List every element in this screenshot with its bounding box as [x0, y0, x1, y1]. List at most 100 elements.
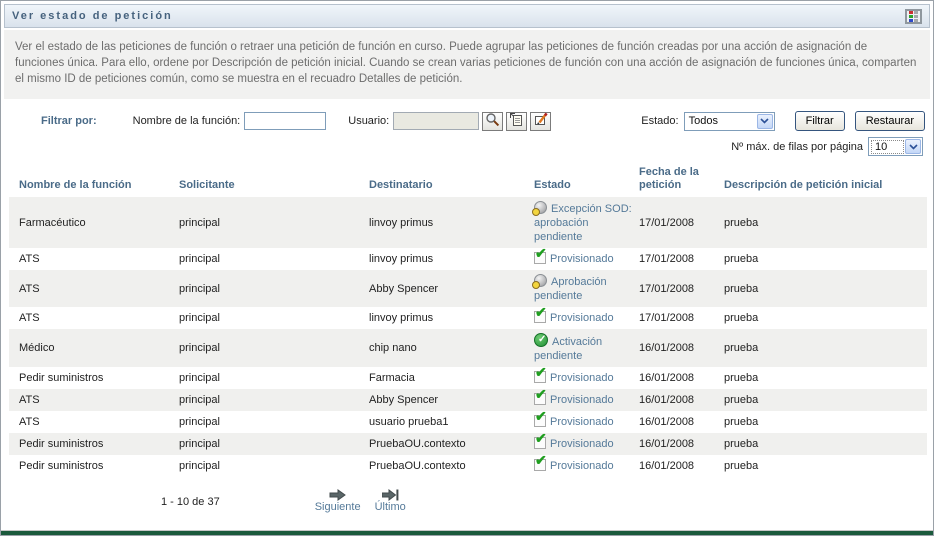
legend-gray-square	[914, 14, 918, 18]
cell-role-name: Pedir suministros	[19, 460, 104, 472]
restore-button[interactable]: Restaurar	[854, 111, 925, 131]
cell-initial-request-description: prueba	[724, 216, 759, 229]
table-row[interactable]: ATS principal linvoy primus Provisionado…	[9, 305, 927, 329]
legend-gray-square	[914, 10, 918, 14]
request-table-body: Farmacéutico principal linvoy primus Exc…	[9, 197, 927, 477]
cell-request-date: 16/01/2008	[639, 394, 695, 406]
filter-by-label: Filtrar por:	[41, 115, 97, 127]
provisioned-check-icon	[534, 387, 547, 405]
col-role-name[interactable]: Nombre de la función	[9, 164, 179, 197]
col-status[interactable]: Estado	[534, 164, 639, 197]
cell-role-name: ATS	[19, 416, 40, 428]
chevron-down-icon	[905, 139, 921, 154]
cell-role-name: ATS	[19, 312, 40, 324]
role-name-input[interactable]	[244, 112, 327, 130]
clear-icon	[533, 112, 548, 130]
cell-request-date: 17/01/2008	[639, 282, 695, 295]
cell-requester: principal	[179, 372, 220, 384]
table-row[interactable]: ATS principal Abby Spencer Provisionado …	[9, 387, 927, 411]
col-request-date[interactable]: Fecha de la petición	[639, 164, 724, 197]
cell-role-name: Pedir suministros	[19, 372, 104, 384]
state-label: Estado:	[641, 115, 679, 127]
activation-pending-icon	[534, 333, 548, 347]
next-arrow-icon	[329, 487, 347, 501]
cell-recipient: PruebaOU.contexto	[369, 438, 466, 450]
cell-request-date: 17/01/2008	[639, 216, 695, 229]
cell-requester: principal	[179, 416, 220, 428]
next-page-label: Siguiente	[314, 501, 361, 513]
cell-status: Provisionado	[534, 246, 639, 270]
table-row[interactable]: ATS principal linvoy primus Provisionado…	[9, 246, 927, 270]
chevron-down-icon	[756, 113, 773, 129]
table-row[interactable]: Pedir suministros principal PruebaOU.con…	[9, 431, 927, 455]
cell-requester: principal	[179, 342, 220, 354]
cell-role-name: Farmacéutico	[19, 216, 86, 229]
cell-requester: principal	[179, 253, 220, 265]
col-initial-request-description[interactable]: Descripción de petición inicial	[724, 164, 927, 197]
cell-request-date: 17/01/2008	[639, 253, 695, 265]
cell-status: Excepción SOD: aprobación pendiente	[532, 201, 632, 243]
table-row[interactable]: ATS principal Abby Spencer Aprobación pe…	[9, 270, 927, 307]
cell-status: Provisionado	[534, 453, 639, 477]
legend-green-square	[909, 14, 913, 18]
brand-green-bar	[1, 531, 933, 535]
cell-request-date: 16/01/2008	[639, 438, 695, 450]
page-description: Ver el estado de las peticiones de funci…	[4, 30, 930, 99]
table-header-row: Nombre de la función Solicitante Destina…	[9, 164, 927, 197]
request-status-table: Nombre de la función Solicitante Destina…	[9, 164, 927, 477]
cell-recipient: Abby Spencer	[369, 394, 439, 406]
cell-role-name: ATS	[19, 282, 40, 295]
last-page-button[interactable]: Último	[375, 487, 406, 513]
view-request-status-page: Ver estado de petición Ver el estado de …	[0, 0, 934, 536]
cell-initial-request-description: prueba	[724, 394, 759, 406]
legend-red-square	[909, 10, 913, 14]
cell-status: Provisionado	[534, 431, 639, 455]
table-row[interactable]: Pedir suministros principal Farmacia Pro…	[9, 365, 927, 389]
state-select-value: Todos	[688, 115, 718, 127]
provisioned-check-icon	[534, 453, 547, 471]
search-icon	[485, 112, 500, 130]
role-name-label: Nombre de la función:	[132, 115, 241, 127]
history-button[interactable]	[506, 111, 528, 131]
pending-clock-icon	[532, 201, 547, 216]
max-rows-value: 10	[871, 139, 904, 154]
portlet-legend-icon[interactable]	[905, 8, 922, 24]
col-recipient[interactable]: Destinatario	[369, 164, 534, 197]
filter-button[interactable]: Filtrar	[794, 111, 845, 131]
cell-initial-request-description: prueba	[724, 372, 759, 384]
cell-request-date: 17/01/2008	[639, 312, 695, 324]
provisioned-check-icon	[534, 305, 547, 323]
next-page-button[interactable]: Siguiente	[315, 487, 361, 513]
table-row[interactable]: Pedir suministros principal PruebaOU.con…	[9, 453, 927, 477]
object-selector-button[interactable]	[482, 111, 504, 131]
cell-request-date: 16/01/2008	[639, 372, 695, 384]
provisioned-check-icon	[534, 409, 547, 427]
provisioned-check-icon	[534, 365, 547, 383]
table-row[interactable]: Farmacéutico principal linvoy primus Exc…	[9, 197, 927, 248]
cell-requester: principal	[179, 282, 220, 295]
cell-initial-request-description: prueba	[724, 282, 759, 295]
cell-recipient: linvoy primus	[369, 216, 434, 229]
provisioned-check-icon	[534, 431, 547, 449]
cell-role-name: Pedir suministros	[19, 438, 104, 450]
cell-requester: principal	[179, 312, 220, 324]
user-input[interactable]	[393, 112, 480, 130]
state-select[interactable]: Todos	[683, 111, 775, 131]
cell-initial-request-description: prueba	[724, 312, 759, 324]
pagination-range: 1 - 10 de 37	[161, 496, 220, 508]
cell-recipient: Abby Spencer	[369, 282, 439, 295]
cell-status: Provisionado	[534, 409, 639, 433]
legend-blue-square	[909, 18, 913, 22]
pending-clock-icon	[532, 274, 547, 289]
cell-role-name: Médico	[19, 342, 55, 354]
cell-initial-request-description: prueba	[724, 438, 759, 450]
cell-request-date: 16/01/2008	[639, 342, 695, 354]
reset-user-button[interactable]	[530, 111, 552, 131]
max-rows-select[interactable]: 10	[868, 137, 923, 156]
table-row[interactable]: ATS principal usuario prueba1 Provisiona…	[9, 409, 927, 433]
table-row[interactable]: Médico principal chip nano Activación pe…	[9, 329, 927, 367]
cell-role-name: ATS	[19, 253, 40, 265]
cell-role-name: ATS	[19, 394, 40, 406]
cell-status: Aprobación pendiente	[532, 274, 607, 302]
col-requester[interactable]: Solicitante	[179, 164, 369, 197]
